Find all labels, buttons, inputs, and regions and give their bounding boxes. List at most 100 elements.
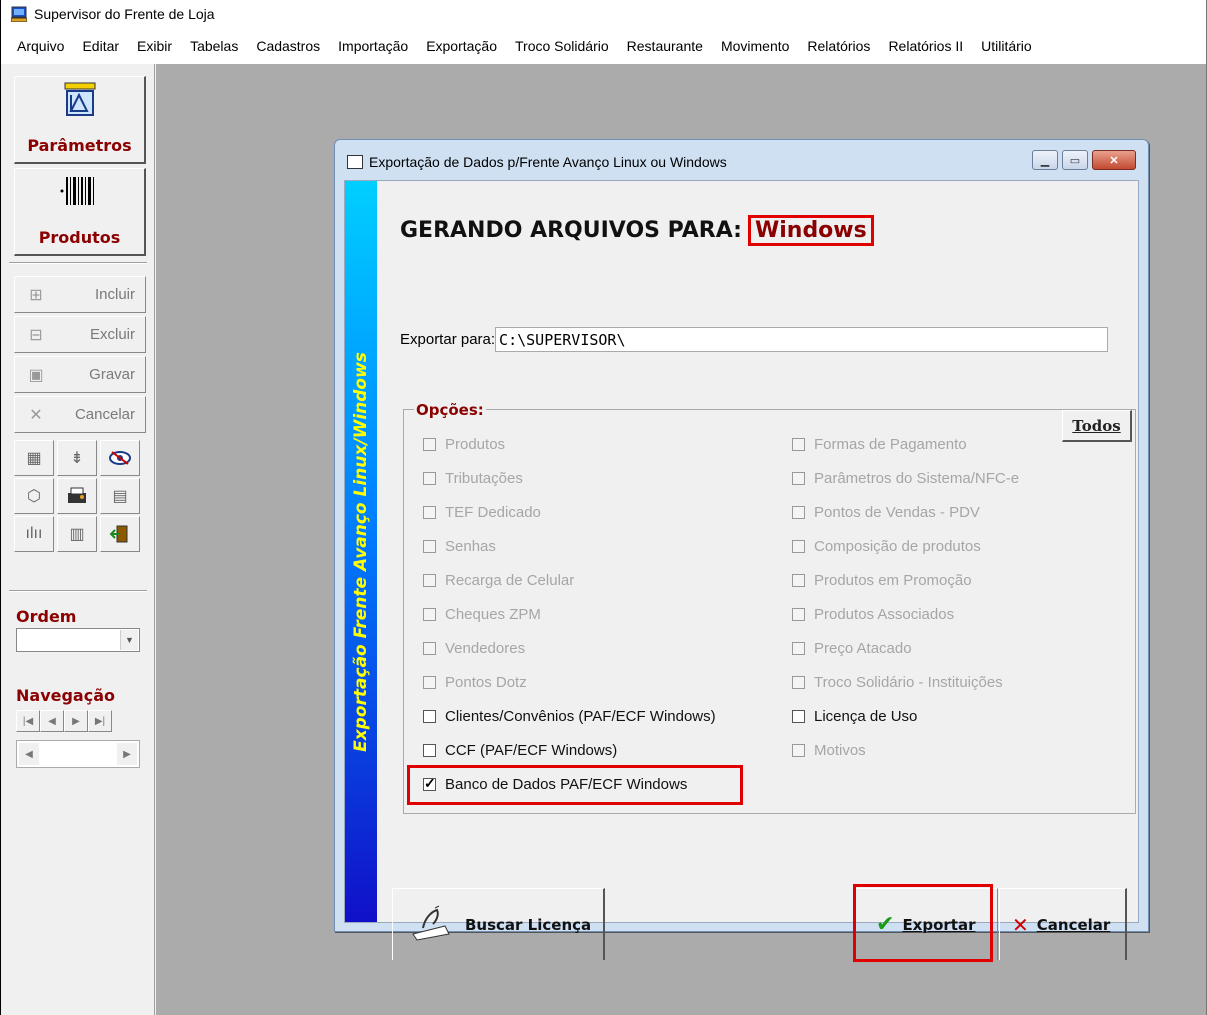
option-preco-atacado[interactable]: Preço Atacado xyxy=(792,640,912,657)
menu-exibir[interactable]: Exibir xyxy=(129,38,182,54)
eye-icon[interactable] xyxy=(100,440,140,476)
scroll-left-icon[interactable]: ◀ xyxy=(19,743,39,765)
todos-button[interactable]: Todos xyxy=(1062,410,1132,442)
checkbox-icon xyxy=(423,710,436,723)
side-banner: Exportação Frente Avanço Linux/Windows xyxy=(345,181,377,922)
option-label: Composição de produtos xyxy=(814,538,981,555)
minimize-icon[interactable]: ▁ xyxy=(1032,150,1058,170)
navigation-scrollbar[interactable]: ◀ ▶ xyxy=(16,740,140,768)
excluir-button[interactable]: ⊟ Excluir xyxy=(14,316,146,353)
options-legend: Opções: xyxy=(414,401,486,419)
option-label: Licença de Uso xyxy=(814,708,918,725)
filter-icon[interactable]: ⇟ xyxy=(57,440,97,476)
menu-importacao[interactable]: Importação xyxy=(330,38,418,54)
chart-icon[interactable]: ılıı xyxy=(14,516,54,552)
scroll-right-icon[interactable]: ▶ xyxy=(117,743,137,765)
option-label: Formas de Pagamento xyxy=(814,436,967,453)
menu-relatorios[interactable]: Relatórios xyxy=(799,38,880,54)
option-label: Produtos Associados xyxy=(814,606,955,623)
cancelar-label: Cancelar xyxy=(74,406,135,423)
calculator-icon[interactable]: ▤ xyxy=(100,478,140,514)
save-icon: ▣ xyxy=(28,366,44,384)
checkbox-icon xyxy=(423,540,436,553)
checkbox-icon xyxy=(792,608,805,621)
next-record-icon[interactable]: ▶ xyxy=(64,710,88,732)
buscar-licenca-button[interactable]: Buscar Licença xyxy=(392,888,605,960)
document-icon[interactable]: ▥ xyxy=(57,516,97,552)
side-banner-text: Exportação Frente Avanço Linux/Windows xyxy=(351,351,371,752)
menu-arquivo[interactable]: Arquivo xyxy=(9,38,74,54)
box-icon[interactable]: ⬡ xyxy=(14,478,54,514)
checkbox-icon xyxy=(792,710,805,723)
option-label: Preço Atacado xyxy=(814,640,912,657)
option-formas-pagamento[interactable]: Formas de Pagamento xyxy=(792,436,967,453)
export-dialog: Exportação de Dados p/Frente Avanço Linu… xyxy=(334,139,1149,962)
option-vendedores[interactable]: Vendedores xyxy=(423,640,525,657)
checkbox-icon xyxy=(792,472,805,485)
menu-utilitarios[interactable]: Utilitário xyxy=(973,38,1042,54)
option-clientes-convenios[interactable]: Clientes/Convênios (PAF/ECF Windows) xyxy=(423,708,716,725)
menu-exportacao[interactable]: Exportação xyxy=(418,38,507,54)
maximize-icon[interactable]: ▭ xyxy=(1062,150,1088,170)
last-record-icon[interactable]: ▶| xyxy=(88,710,112,732)
option-cheques-zpm[interactable]: Cheques ZPM xyxy=(423,606,541,623)
incluir-button[interactable]: ⊞ Incluir xyxy=(14,276,146,313)
checkbox-icon xyxy=(792,540,805,553)
todos-label: Todos xyxy=(1072,416,1121,435)
ordem-combo[interactable]: ▼ xyxy=(16,628,140,652)
ordem-label: Ordem xyxy=(16,607,77,626)
search-record-icon[interactable]: ▦ xyxy=(14,440,54,476)
checkbox-icon xyxy=(792,676,805,689)
checkbox-icon xyxy=(792,438,805,451)
cancelar-button[interactable]: ✕ Cancelar xyxy=(999,888,1127,960)
chevron-down-icon[interactable]: ▼ xyxy=(120,630,138,650)
option-senhas[interactable]: Senhas xyxy=(423,538,496,555)
menu-editar[interactable]: Editar xyxy=(74,38,129,54)
produtos-button[interactable]: Produtos xyxy=(14,168,146,256)
first-record-icon[interactable]: |◀ xyxy=(16,710,40,732)
menu-restaurante[interactable]: Restaurante xyxy=(619,38,713,54)
dialog-title-bar: Exportação de Dados p/Frente Avanço Linu… xyxy=(347,154,727,170)
menu-movimento[interactable]: Movimento xyxy=(713,38,799,54)
heading-text: GERANDO ARQUIVOS PARA: xyxy=(400,218,742,243)
option-motivos[interactable]: Motivos xyxy=(792,742,866,759)
cancelar-toolbar-button[interactable]: ✕ Cancelar xyxy=(14,396,146,433)
option-parametros-sistema[interactable]: Parâmetros do Sistema/NFC-e xyxy=(792,470,1019,487)
print-icon[interactable] xyxy=(57,478,97,514)
parametros-button[interactable]: Parâmetros xyxy=(14,76,146,164)
exit-door-icon[interactable] xyxy=(100,516,140,552)
prev-record-icon[interactable]: ◀ xyxy=(40,710,64,732)
checkbox-icon xyxy=(423,472,436,485)
barcode-icon xyxy=(60,175,100,214)
toolbar-separator xyxy=(9,590,147,592)
gravar-button[interactable]: ▣ Gravar xyxy=(14,356,146,393)
app-window: Supervisor do Frente de Loja Arquivo Edi… xyxy=(0,0,1207,1015)
option-produtos-associados[interactable]: Produtos Associados xyxy=(792,606,954,623)
menu-cadastros[interactable]: Cadastros xyxy=(248,38,330,54)
option-produtos-promocao[interactable]: Produtos em Promoção xyxy=(792,572,972,589)
app-computer-icon xyxy=(10,6,28,23)
option-tef-dedicado[interactable]: TEF Dedicado xyxy=(423,504,541,521)
option-ccf[interactable]: CCF (PAF/ECF Windows) xyxy=(423,742,617,759)
option-recarga-celular[interactable]: Recarga de Celular xyxy=(423,572,574,589)
app-title: Supervisor do Frente de Loja xyxy=(34,6,215,22)
dialog-title: Exportação de Dados p/Frente Avanço Linu… xyxy=(369,154,727,170)
checkbox-icon xyxy=(792,744,805,757)
parametros-label: Parâmetros xyxy=(27,136,132,155)
option-troco-solidario[interactable]: Troco Solidário - Instituições xyxy=(792,674,1003,691)
option-tributacoes[interactable]: Tributações xyxy=(423,470,523,487)
option-composicao-produtos[interactable]: Composição de produtos xyxy=(792,538,981,555)
close-icon[interactable]: ✕ xyxy=(1092,150,1136,170)
option-pontos-dotz[interactable]: Pontos Dotz xyxy=(423,674,527,691)
menu-troco-solidario[interactable]: Troco Solidário xyxy=(507,38,619,54)
option-label: Produtos xyxy=(445,436,506,453)
checkbox-icon xyxy=(423,676,436,689)
menu-relatorios-ii[interactable]: Relatórios II xyxy=(880,38,973,54)
navegacao-label: Navegação xyxy=(16,686,115,705)
menu-tabelas[interactable]: Tabelas xyxy=(182,38,248,54)
option-produtos[interactable]: Produtos xyxy=(423,436,505,453)
option-licenca-uso[interactable]: Licença de Uso xyxy=(792,708,917,725)
checkbox-icon xyxy=(423,642,436,655)
option-pontos-vendas[interactable]: Pontos de Vendas - PDV xyxy=(792,504,980,521)
export-path-input[interactable] xyxy=(495,327,1109,352)
